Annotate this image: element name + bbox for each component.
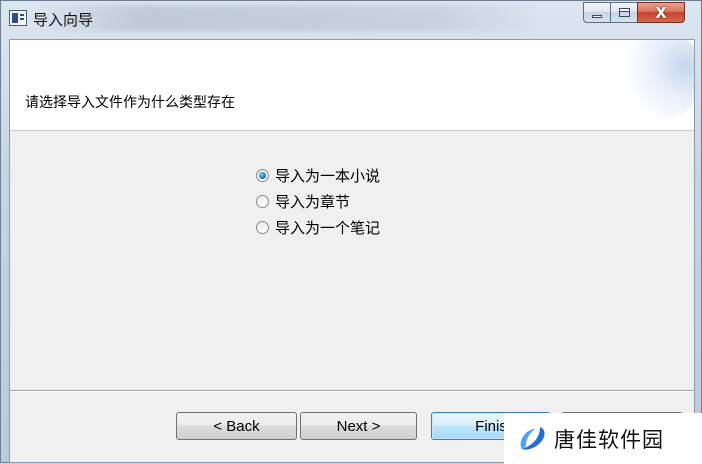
title-bar-blur	[41, 5, 541, 31]
window-title: 导入向导	[33, 11, 94, 29]
close-icon: X	[655, 3, 667, 22]
footer-separator	[10, 390, 694, 392]
wizard-page: 请选择导入文件作为什么类型存在 导入为一本小说 导入为章节 导入为一个笔记 < …	[9, 39, 695, 463]
radio-novel[interactable]	[256, 168, 269, 182]
watermark: 唐佳软件园	[504, 413, 702, 464]
watermark-logo-icon	[520, 426, 545, 450]
option-note[interactable]: 导入为一个笔记	[256, 214, 380, 240]
import-type-options: 导入为一本小说 导入为章节 导入为一个笔记	[256, 162, 380, 240]
minimize-button[interactable]	[583, 2, 610, 23]
caption-buttons: X	[583, 2, 685, 24]
option-label-chapter[interactable]: 导入为章节	[275, 191, 350, 212]
wizard-header: 请选择导入文件作为什么类型存在	[10, 40, 694, 131]
option-label-note[interactable]: 导入为一个笔记	[275, 217, 380, 238]
maximize-button[interactable]	[610, 2, 637, 23]
option-label-novel[interactable]: 导入为一本小说	[275, 165, 380, 186]
wizard-prompt: 请选择导入文件作为什么类型存在	[25, 95, 235, 111]
option-chapter[interactable]: 导入为章节	[256, 188, 380, 214]
radio-chapter[interactable]	[256, 194, 269, 208]
radio-note[interactable]	[256, 220, 269, 234]
next-button[interactable]: Next >	[300, 412, 417, 440]
maximize-icon	[619, 8, 630, 17]
wizard-window: 导入向导 X 请选择导入文件作为什么类型存在 导入为一本小说 导入为章节 导入为…	[0, 0, 702, 464]
close-button[interactable]: X	[637, 2, 685, 23]
watermark-text: 唐佳软件园	[554, 427, 664, 452]
option-novel[interactable]: 导入为一本小说	[256, 162, 380, 188]
app-icon[interactable]	[9, 10, 27, 26]
back-button[interactable]: < Back	[176, 412, 297, 440]
minimize-icon	[592, 15, 602, 18]
title-bar[interactable]: 导入向导 X	[1, 1, 701, 37]
header-decoration	[614, 40, 694, 120]
